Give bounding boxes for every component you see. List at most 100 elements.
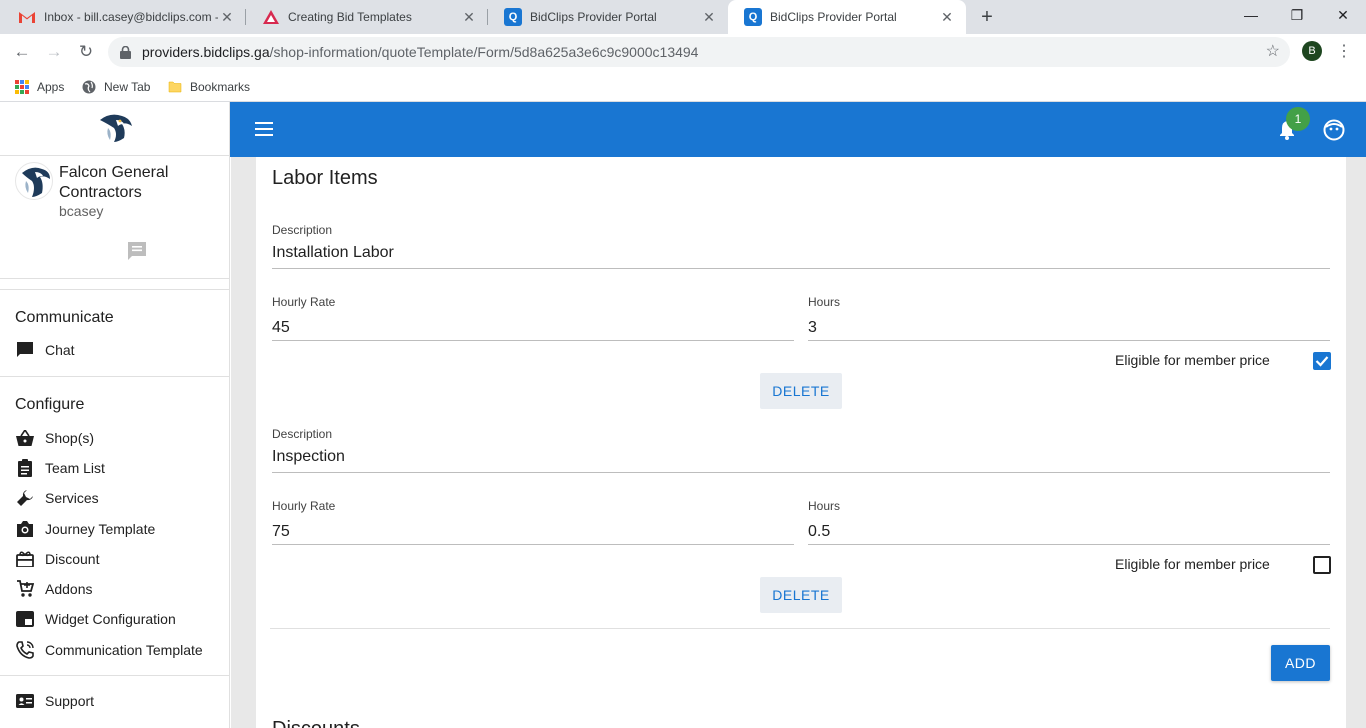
wrench-icon [15,488,35,508]
close-tab-icon[interactable]: ✕ [460,8,478,26]
bookmark-label: Apps [37,80,65,94]
sidebar-item-shops[interactable]: Shop(s) [15,426,225,450]
tab-gmail[interactable]: Inbox - bill.casey@bidclips.com - ✕ [2,0,246,34]
sidebar-item-support[interactable]: Support [15,689,225,713]
tab-title: BidClips Provider Portal [770,10,897,24]
bookmark-star-icon[interactable]: ☆ [1266,37,1280,67]
reload-icon[interactable]: ↻ [74,40,98,64]
forward-icon[interactable]: → [42,40,66,64]
docs-icon [262,8,280,26]
description-field[interactable]: Inspection [272,448,345,466]
apps-grid-icon [15,80,29,94]
close-tab-icon[interactable]: ✕ [700,8,718,26]
bookmark-folder[interactable]: Bookmarks [168,77,250,97]
hourly-rate-field[interactable]: 45 [272,319,290,337]
sidebar-item-label: Shop(s) [45,430,95,446]
org-name: Falcon General Contractors [59,164,169,201]
description-label: Description [272,427,333,441]
sidebar-item-addons[interactable]: Addons [15,577,225,601]
hours-label: Hours [808,295,841,309]
tab-title: Inbox - bill.casey@bidclips.com - [44,10,218,24]
hours-field[interactable]: 0.5 [808,523,830,541]
field-underline [272,340,794,341]
bookmark-new-tab[interactable]: New Tab [82,77,150,97]
sidebar-item-label: Addons [45,581,93,597]
eligible-member-price-checkbox[interactable] [1313,352,1331,370]
field-underline [808,340,1330,341]
field-underline [272,544,794,545]
tab-title: BidClips Provider Portal [530,10,657,24]
sidebar-item-services[interactable]: Services [15,486,225,510]
delete-labor-item-button[interactable]: DELETE [760,373,842,409]
eligible-member-price-label: Eligible for member price [1115,556,1270,572]
contact-card-icon [15,691,35,711]
sidebar-item-communication-template[interactable]: Communication Template [15,638,225,662]
notification-badge: 1 [1286,107,1310,131]
tab-title: Creating Bid Templates [288,10,412,24]
sidebar-item-label: Services [45,490,99,506]
bookmark-label: Bookmarks [190,80,251,94]
folder-icon [168,80,182,94]
bookmark-apps[interactable]: Apps [15,77,64,97]
address-bar[interactable]: providers.bidclips.ga/shop-information/q… [108,37,1290,67]
eligible-member-price-checkbox[interactable] [1313,556,1331,574]
description-label: Description [272,223,333,237]
widget-icon [15,609,35,629]
restore-icon[interactable]: ❐ [1274,0,1320,30]
hourly-rate-label: Hourly Rate [272,499,336,513]
org-username: bcasey [59,203,104,219]
sidebar-item-label: Journey Template [45,521,156,537]
sidebar-item-team-list[interactable]: Team List [15,456,225,480]
sidebar-item-label: Communication Template [45,642,203,658]
field-underline [272,472,1330,473]
minimize-icon[interactable]: — [1228,0,1274,30]
hourly-rate-field[interactable]: 75 [272,523,290,541]
sidebar-divider [0,155,230,156]
gmail-icon [18,8,36,26]
phone-icon [15,640,35,660]
app-header: 1 [230,102,1366,157]
sidebar-item-discount[interactable]: Discount [15,547,225,571]
close-tab-icon[interactable]: ✕ [938,8,956,26]
basket-icon [15,428,35,448]
close-tab-icon[interactable]: ✕ [218,8,236,26]
tab-creating-bid-templates[interactable]: Creating Bid Templates ✕ [246,0,488,34]
hours-field[interactable]: 3 [808,319,817,337]
close-window-icon[interactable]: ✕ [1320,0,1366,30]
field-underline [808,544,1330,545]
sidebar-item-chat[interactable]: Chat [15,338,225,362]
discounts-title: Discounts [272,718,360,728]
delete-labor-item-button[interactable]: DELETE [760,577,842,613]
sidebar-item-widget-configuration[interactable]: Widget Configuration [15,607,225,631]
hourly-rate-label: Hourly Rate [272,295,336,309]
sidebar-item-label: Support [45,693,95,709]
profile-avatar[interactable]: B [1302,41,1322,61]
message-icon[interactable] [127,241,147,261]
description-field[interactable]: Installation Labor [272,244,394,262]
tab-bidclips-portal-active[interactable]: Q BidClips Provider Portal ✕ [728,0,966,34]
browser-menu-icon[interactable]: ⋮ [1336,40,1352,64]
sidebar-divider [0,289,230,290]
tab-bidclips-portal[interactable]: Q BidClips Provider Portal ✕ [488,0,728,34]
browser-toolbar: ← → ↻ providers.bidclips.ga/shop-informa… [0,34,1366,71]
add-labor-item-button[interactable]: ADD [1271,645,1330,681]
section-communicate: Communicate [15,309,114,326]
globe-icon [82,80,96,94]
org-avatar [15,162,53,200]
back-icon[interactable]: ← [10,40,34,64]
url-host: providers.bidclips.ga [142,44,270,60]
bidclips-icon: Q [744,8,762,26]
account-face-icon[interactable] [1323,119,1345,141]
bookmarks-bar: Apps New Tab Bookmarks [0,71,1366,102]
bookmark-label: New Tab [104,80,151,94]
menu-icon[interactable] [255,122,273,136]
url-path: /shop-information/quoteTemplate/Form/5d8… [269,44,699,60]
falcon-logo-icon [96,112,134,144]
sidebar-item-label: Team List [45,460,105,476]
sidebar-item-label: Discount [45,551,100,567]
sidebar: Falcon General Contractors bcasey Commun… [0,102,230,728]
sidebar-item-journey-template[interactable]: Journey Template [15,517,225,541]
labor-items-card: Labor Items Description Installation Lab… [256,157,1346,728]
hours-label: Hours [808,499,841,513]
new-tab-icon[interactable]: + [976,6,998,28]
